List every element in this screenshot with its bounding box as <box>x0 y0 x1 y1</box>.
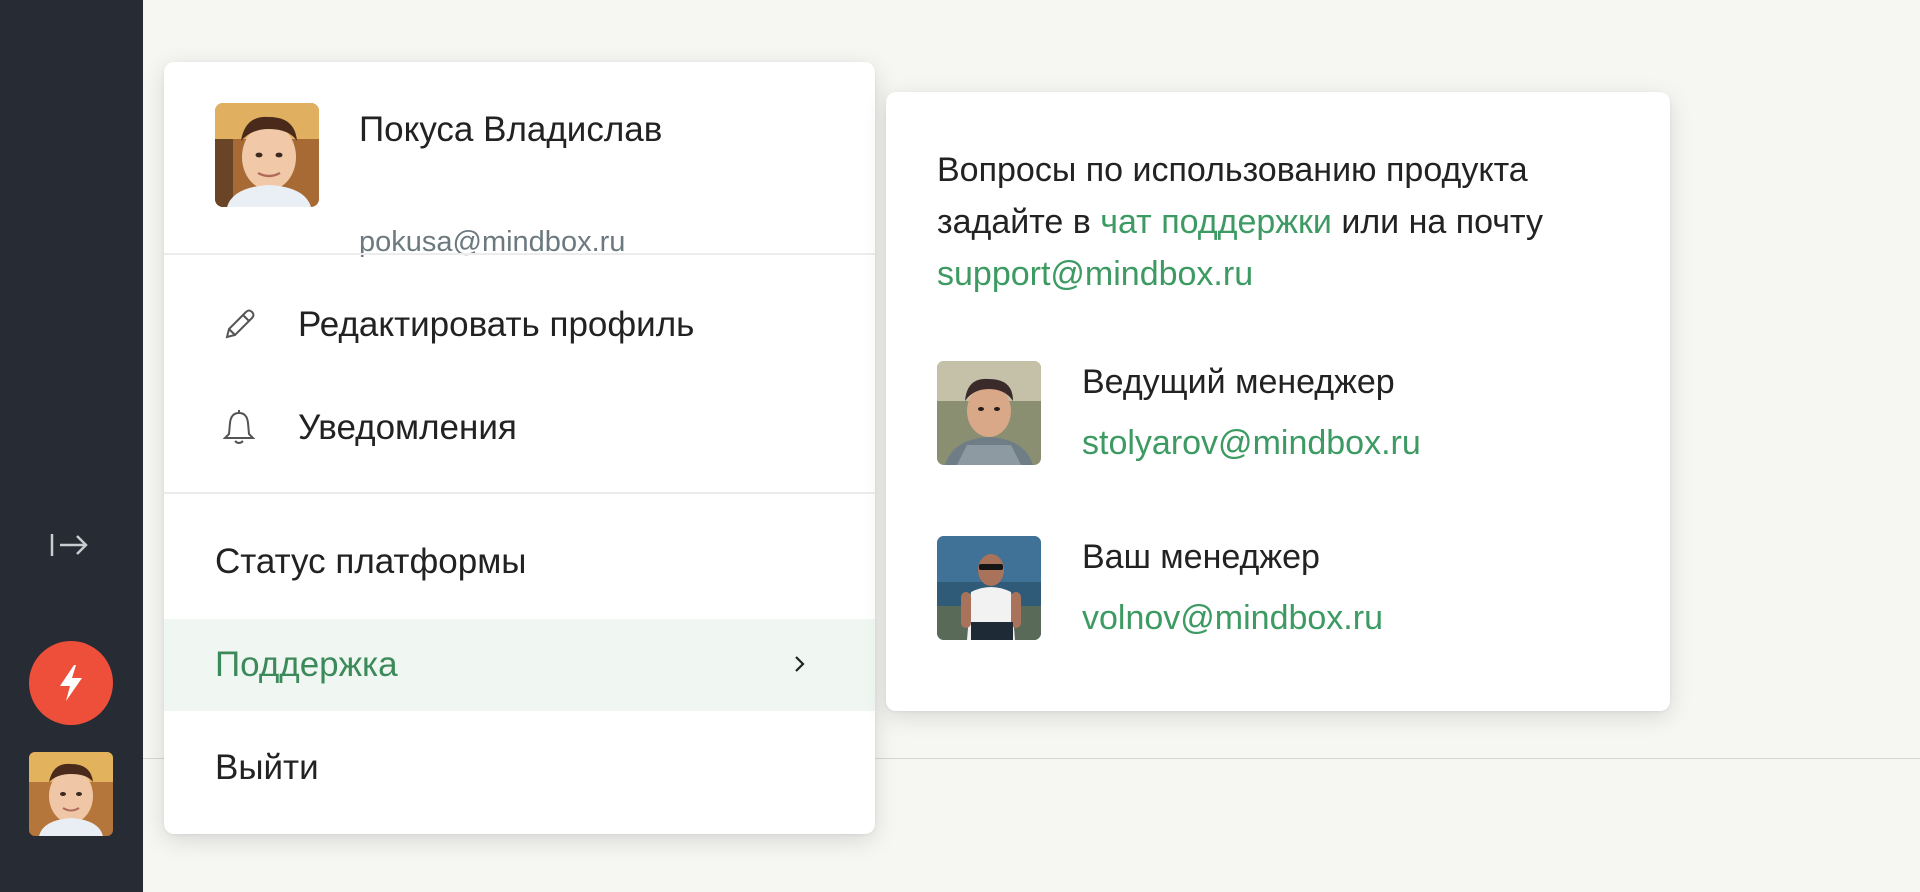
lead-manager-email-link[interactable]: stolyarov@mindbox.ru <box>1082 424 1421 463</box>
lightning-icon <box>60 665 82 701</box>
profile-header: Покуса Владислав pokusa@mindbox.ru <box>164 62 875 258</box>
menu-item-edit-profile[interactable]: Редактировать профиль <box>164 279 875 371</box>
your-manager-avatar <box>937 536 1041 640</box>
menu-item-label: Редактировать профиль <box>298 305 695 344</box>
divider <box>164 253 875 255</box>
menu-item-label: Выйти <box>215 748 319 787</box>
quick-action-button[interactable] <box>29 641 113 725</box>
support-popover: Вопросы по использованию продукта задайт… <box>886 92 1670 711</box>
profile-menu: Покуса Владислав pokusa@mindbox.ru Редак… <box>164 62 875 834</box>
menu-item-support[interactable]: Поддержка <box>164 619 875 711</box>
support-email-link[interactable]: support@mindbox.ru <box>937 255 1253 293</box>
menu-item-label: Поддержка <box>215 645 398 684</box>
your-manager-role: Ваш менеджер <box>1082 538 1320 576</box>
divider <box>164 492 875 494</box>
user-avatar-button[interactable] <box>29 752 113 836</box>
lead-manager-avatar <box>937 361 1041 465</box>
chat-support-link[interactable]: чат поддержки <box>1100 203 1332 241</box>
chevron-right-icon <box>785 649 815 679</box>
menu-item-platform-status[interactable]: Статус платформы <box>164 516 875 608</box>
sidebar <box>0 0 143 892</box>
support-text-part2: или на почту <box>1331 203 1543 241</box>
support-description: Вопросы по использованию продукта задайт… <box>937 144 1637 300</box>
menu-item-logout[interactable]: Выйти <box>164 722 875 814</box>
pencil-icon <box>217 303 261 347</box>
menu-item-label: Уведомления <box>298 408 517 447</box>
menu-item-notifications[interactable]: Уведомления <box>164 382 875 474</box>
menu-item-label: Статус платформы <box>215 542 527 581</box>
bell-icon <box>217 406 261 450</box>
collapse-right-icon[interactable] <box>46 526 94 564</box>
lead-manager-role: Ведущий менеджер <box>1082 363 1395 401</box>
your-manager-email-link[interactable]: volnov@mindbox.ru <box>1082 599 1383 638</box>
avatar <box>215 103 319 207</box>
profile-name: Покуса Владислав <box>359 110 663 149</box>
